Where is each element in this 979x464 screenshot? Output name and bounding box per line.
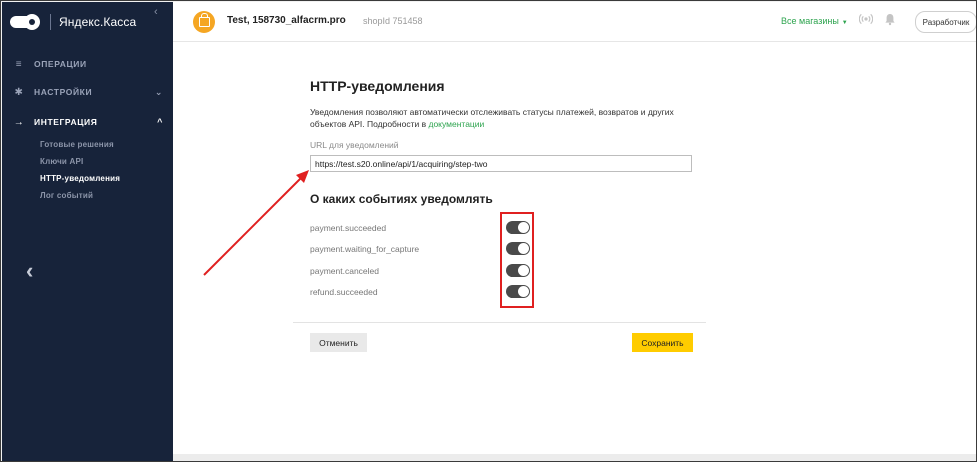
event-label: payment.succeeded	[310, 223, 387, 233]
cancel-button[interactable]: Отменить	[310, 333, 367, 352]
collapse-sidebar-icon[interactable]: ‹	[154, 6, 158, 18]
chevron-left-icon[interactable]: ‹	[26, 258, 33, 284]
chevron-up-icon: ^	[157, 117, 163, 127]
events-section-title: О каких событиях уведомлять	[310, 192, 493, 206]
sidebar-item-operations[interactable]: ≡ ОПЕРАЦИИ	[2, 54, 173, 74]
bell-icon[interactable]	[883, 12, 897, 26]
description-text: Уведомления позволяют автоматически отсл…	[310, 107, 674, 129]
developer-button[interactable]: Разработчик	[915, 11, 976, 33]
submenu-item-event-log[interactable]: Лог событий	[40, 191, 93, 200]
submenu-item-ready-solutions[interactable]: Готовые решения	[40, 140, 114, 149]
logo-separator	[50, 14, 51, 30]
logo-text: Яндекс.Касса	[59, 15, 137, 29]
submenu-item-http-notifications[interactable]: HTTP-уведомления	[40, 174, 120, 183]
list-icon: ≡	[15, 58, 23, 70]
sidebar-item-integration[interactable]: → ИНТЕГРАЦИЯ ^	[2, 112, 173, 132]
shop-id: shopId 751458	[363, 16, 423, 26]
page-description: Уведомления позволяют автоматически отсл…	[310, 106, 700, 130]
all-shops-label: Все магазины	[781, 16, 839, 26]
gear-icon: ✱	[14, 86, 24, 98]
chevron-down-icon: ⌄	[154, 86, 163, 97]
topbar: Test, 158730_alfacrm.pro shopId 751458 В…	[173, 2, 976, 42]
event-label: payment.waiting_for_capture	[310, 244, 420, 254]
main-content: HTTP-уведомления Уведомления позволяют а…	[173, 42, 976, 454]
caret-down-icon: ▼	[841, 20, 848, 26]
shop-bag-icon[interactable]	[193, 11, 215, 33]
event-label: payment.canceled	[310, 266, 379, 276]
arrow-right-icon: →	[13, 116, 25, 128]
save-button[interactable]: Сохранить	[632, 333, 693, 352]
sidebar-item-label: ОПЕРАЦИИ	[34, 59, 87, 69]
sidebar-item-label: НАСТРОЙКИ	[34, 87, 93, 97]
bottom-scroll-strip	[173, 454, 976, 461]
all-shops-dropdown[interactable]: Все магазины ▼	[781, 16, 848, 26]
annotation-highlight-box	[500, 212, 534, 308]
sidebar: Яндекс.Касса ‹ ≡ ОПЕРАЦИИ ✱ НАСТРОЙКИ ⌄ …	[2, 2, 173, 461]
broadcast-icon[interactable]	[859, 12, 873, 26]
sidebar-item-settings[interactable]: ✱ НАСТРОЙКИ ⌄	[2, 82, 173, 102]
shop-name: Test, 158730_alfacrm.pro	[227, 15, 346, 26]
event-label: refund.succeeded	[310, 287, 378, 297]
form-divider	[293, 322, 706, 323]
sidebar-item-label: ИНТЕГРАЦИЯ	[34, 117, 98, 127]
url-field-label: URL для уведомлений	[310, 140, 399, 150]
yandex-kassa-logo-icon	[10, 14, 40, 30]
logo[interactable]: Яндекс.Касса	[10, 10, 136, 34]
documentation-link[interactable]: документации	[428, 119, 484, 129]
submenu-item-api-keys[interactable]: Ключи API	[40, 157, 83, 166]
notification-url-input[interactable]	[310, 155, 692, 172]
screenshot-frame: Яндекс.Касса ‹ ≡ ОПЕРАЦИИ ✱ НАСТРОЙКИ ⌄ …	[0, 0, 977, 462]
page-title: HTTP-уведомления	[310, 78, 445, 94]
